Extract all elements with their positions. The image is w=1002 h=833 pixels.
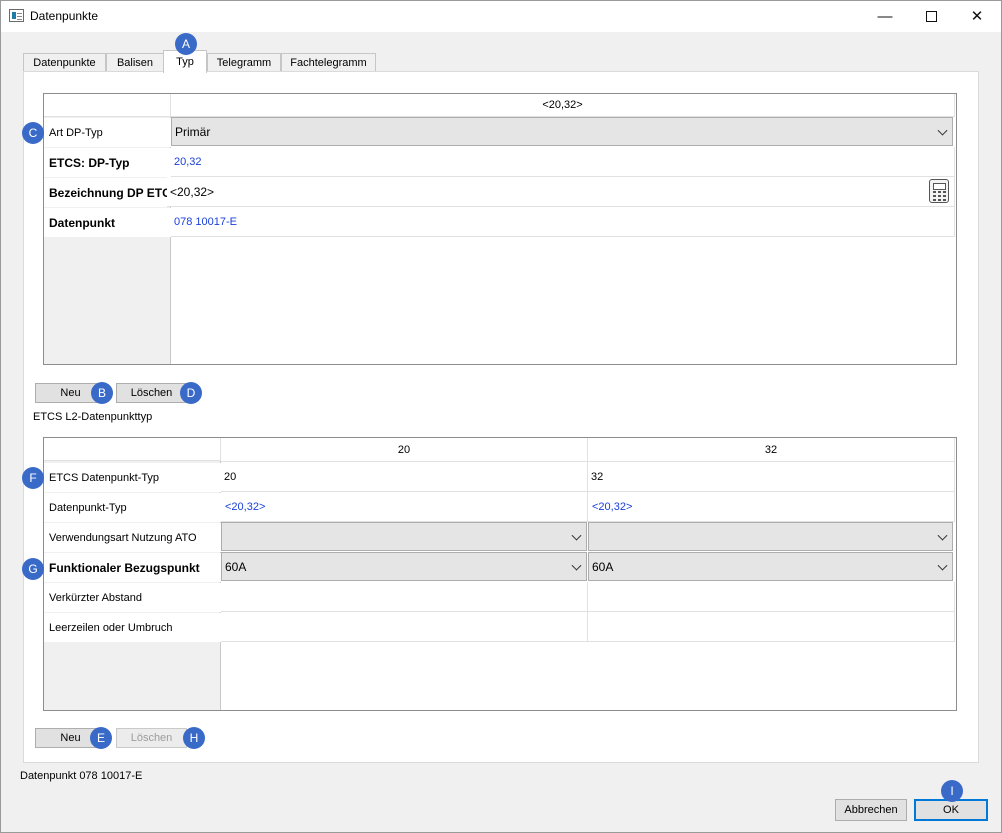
leerzeilen-cell[interactable] [588, 612, 955, 642]
corner-cell [44, 94, 171, 117]
bezeichnung-dp-field[interactable]: <20,32> [167, 177, 955, 207]
chevron-down-icon [571, 560, 582, 571]
chevron-down-icon [571, 530, 582, 541]
section-label: ETCS L2-Datenpunkttyp [33, 411, 153, 423]
status-text: Datenpunkt 078 10017-E [20, 770, 143, 782]
callout-badge: I [941, 780, 963, 802]
tab-balisen[interactable]: Balisen [106, 53, 164, 72]
callout-badge: D [180, 382, 202, 404]
row-label: ETCS: DP-Typ [44, 148, 171, 177]
chevron-down-icon [937, 530, 948, 541]
row-label: Verwendungsart Nutzung ATO [44, 523, 221, 552]
window-app-icon [9, 9, 24, 22]
dp-typ-link[interactable]: <20,32> [221, 492, 588, 522]
row-label: ETCS Datenpunkt-Typ [44, 463, 221, 492]
callout-badge: B [91, 382, 113, 404]
tab-datenpunkte[interactable]: Datenpunkte [23, 53, 106, 72]
ok-button[interactable]: OK [914, 799, 988, 821]
row-label: Leerzeilen oder Umbruch [44, 613, 221, 642]
title-bar [0, 0, 1002, 32]
column-header: <20,32> [171, 94, 955, 117]
verwendungsart-select[interactable] [221, 522, 587, 551]
callout-badge: F [22, 467, 44, 489]
bezugspunkt-select[interactable]: 60A [221, 552, 587, 581]
callout-badge: H [183, 727, 205, 749]
row-label: Bezeichnung DP ETCS [44, 178, 167, 207]
row-label: Datenpunkt-Typ [44, 493, 221, 522]
dp-typ-link[interactable]: <20,32> [588, 492, 955, 522]
callout-badge: C [22, 122, 44, 144]
etcs-dp-typ-link[interactable]: 20,32 [171, 147, 955, 177]
row-label: Funktionaler Bezugspunkt [44, 553, 221, 582]
select-value: Primär [175, 124, 211, 139]
row-label: Verkürzter Abstand [44, 583, 221, 612]
column-header: 32 [588, 438, 955, 462]
row-label: Datenpunkt [44, 208, 171, 237]
etcs-dp-typ-cell[interactable]: 20 [221, 462, 588, 492]
select-value: 60A [592, 559, 614, 574]
cancel-button[interactable]: Abbrechen [835, 799, 907, 821]
tab-telegramm[interactable]: Telegramm [207, 53, 281, 72]
close-icon: ✕ [970, 8, 984, 25]
verkuerzter-abstand-cell[interactable] [221, 582, 588, 612]
calculator-icon[interactable] [929, 179, 949, 203]
art-dp-typ-select[interactable]: Primär [171, 117, 953, 146]
delete-button[interactable]: Löschen [116, 383, 187, 403]
window-title: Datenpunkte [30, 9, 99, 23]
verwendungsart-select[interactable] [588, 522, 953, 551]
leerzeilen-cell[interactable] [221, 612, 588, 642]
delete-button[interactable]: Löschen [116, 728, 187, 748]
etcs-dp-typ-cell[interactable]: 32 [588, 462, 955, 492]
corner-cell [44, 438, 221, 461]
chevron-down-icon [937, 125, 948, 136]
column-header: 20 [221, 438, 588, 462]
tab-fachtelegramm[interactable]: Fachtelegramm [281, 53, 376, 72]
verkuerzter-abstand-cell[interactable] [588, 582, 955, 612]
maximize-icon [925, 10, 937, 22]
callout-badge: A [175, 33, 197, 55]
chevron-down-icon [937, 560, 948, 571]
callout-badge: G [22, 558, 44, 580]
callout-badge: E [90, 727, 112, 749]
close-button[interactable]: ✕ [954, 0, 1000, 32]
select-value: 60A [225, 559, 247, 574]
minimize-icon: — [877, 7, 893, 25]
maximize-button[interactable] [908, 0, 954, 32]
row-label: Art DP-Typ [44, 118, 171, 147]
datenpunkt-link[interactable]: 078 10017-E [171, 207, 955, 237]
minimize-button[interactable]: — [862, 0, 908, 32]
bezugspunkt-select[interactable]: 60A [588, 552, 953, 581]
